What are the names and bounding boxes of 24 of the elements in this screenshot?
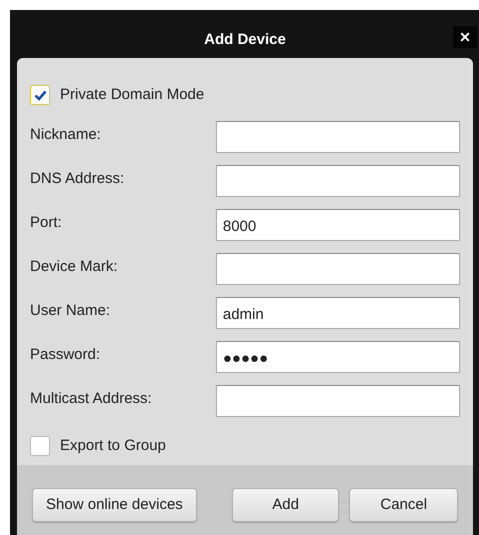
input-field[interactable] (216, 384, 460, 416)
input-field[interactable] (216, 120, 460, 152)
cancel-button[interactable]: Cancel (349, 488, 458, 522)
add-button[interactable]: Add (232, 488, 340, 522)
input-field[interactable] (216, 164, 460, 196)
input-field[interactable]: admin (216, 296, 460, 328)
input-field[interactable]: 8000 (216, 208, 460, 240)
field-label: Nickname: (30, 124, 102, 144)
checkbox[interactable] (30, 436, 50, 456)
input-field[interactable]: ●●●●● (216, 340, 460, 372)
show-online-devices-button[interactable]: Show online devices (32, 488, 197, 522)
field-label: DNS Address: (30, 168, 126, 188)
field-label: Password: (30, 344, 102, 364)
checkbox-label: Export to Group (60, 436, 166, 456)
checkmark-icon (34, 90, 46, 101)
window-title: Add Device (204, 30, 286, 50)
input-field[interactable] (216, 252, 460, 284)
field-label: Device Mark: (30, 256, 119, 276)
field-label: User Name: (30, 300, 112, 320)
field-label: Port: (30, 212, 63, 232)
field-label: Multicast Address: (30, 388, 153, 408)
checkbox-label: Private Domain Mode (60, 85, 204, 105)
close-button[interactable]: × (453, 26, 477, 48)
checkbox[interactable] (30, 85, 50, 106)
